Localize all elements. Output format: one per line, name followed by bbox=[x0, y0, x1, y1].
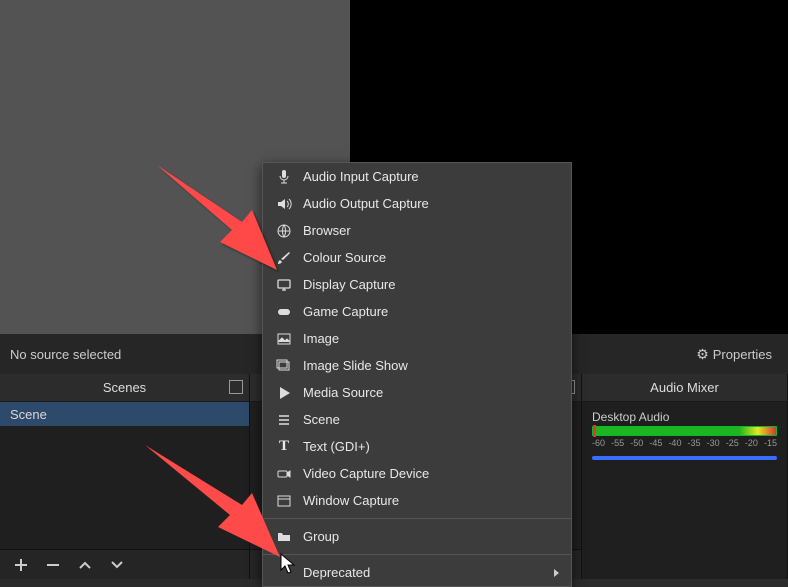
menu-item-label: Scene bbox=[303, 412, 559, 427]
tick: -60 bbox=[592, 438, 605, 448]
menu-item-text-gdi[interactable]: T Text (GDI+) bbox=[263, 433, 571, 460]
menu-item-audio-input-capture[interactable]: Audio Input Capture bbox=[263, 163, 571, 190]
menu-item-label: Image Slide Show bbox=[303, 358, 559, 373]
audio-meter bbox=[592, 426, 777, 436]
menu-item-deprecated[interactable]: Deprecated bbox=[263, 559, 571, 586]
slideshow-icon bbox=[275, 357, 293, 375]
menu-item-media-source[interactable]: Media Source bbox=[263, 379, 571, 406]
menu-item-window-capture[interactable]: Window Capture bbox=[263, 487, 571, 514]
mic-icon bbox=[275, 168, 293, 186]
menu-divider bbox=[263, 554, 571, 555]
remove-scene-button[interactable] bbox=[44, 556, 62, 574]
menu-item-label: Media Source bbox=[303, 385, 559, 400]
window-icon bbox=[275, 492, 293, 510]
globe-icon bbox=[275, 222, 293, 240]
text-icon: T bbox=[275, 438, 293, 456]
menu-item-label: Display Capture bbox=[303, 277, 559, 292]
gear-icon: ⚙ bbox=[696, 346, 709, 363]
play-icon bbox=[275, 384, 293, 402]
tick: -45 bbox=[649, 438, 662, 448]
undock-icon[interactable] bbox=[229, 380, 243, 394]
add-scene-button[interactable] bbox=[12, 556, 30, 574]
add-source-context-menu[interactable]: Audio Input Capture Audio Output Capture… bbox=[262, 162, 572, 587]
tick: -25 bbox=[726, 438, 739, 448]
folder-icon bbox=[275, 528, 293, 546]
move-scene-up-button[interactable] bbox=[76, 556, 94, 574]
volume-slider[interactable] bbox=[592, 456, 777, 460]
menu-item-game-capture[interactable]: Game Capture bbox=[263, 298, 571, 325]
tick: -30 bbox=[707, 438, 720, 448]
tick: -20 bbox=[745, 438, 758, 448]
menu-item-label: Image bbox=[303, 331, 559, 346]
properties-button[interactable]: ⚙ Properties bbox=[690, 342, 778, 367]
menu-item-scene[interactable]: Scene bbox=[263, 406, 571, 433]
menu-item-group[interactable]: Group bbox=[263, 523, 571, 550]
tick: -55 bbox=[611, 438, 624, 448]
audio-mixer-panel: Audio Mixer Desktop Audio -60 -55 -50 -4… bbox=[582, 374, 788, 579]
menu-item-label: Audio Output Capture bbox=[303, 196, 559, 211]
menu-item-label: Game Capture bbox=[303, 304, 559, 319]
scenes-panel: Scenes Scene bbox=[0, 374, 250, 579]
menu-item-label: Group bbox=[303, 529, 559, 544]
menu-divider bbox=[263, 518, 571, 519]
scenes-header: Scenes bbox=[0, 374, 249, 402]
menu-item-audio-output-capture[interactable]: Audio Output Capture bbox=[263, 190, 571, 217]
scenes-list[interactable]: Scene bbox=[0, 402, 249, 549]
mixer-body: Desktop Audio -60 -55 -50 -45 -40 -35 -3… bbox=[582, 402, 787, 579]
scene-item[interactable]: Scene bbox=[0, 402, 249, 426]
image-icon bbox=[275, 330, 293, 348]
gamepad-icon bbox=[275, 303, 293, 321]
mixer-title: Audio Mixer bbox=[650, 380, 719, 395]
speaker-icon bbox=[275, 195, 293, 213]
mixer-track: Desktop Audio -60 -55 -50 -45 -40 -35 -3… bbox=[592, 410, 777, 460]
menu-item-label: Browser bbox=[303, 223, 559, 238]
menu-item-image[interactable]: Image bbox=[263, 325, 571, 352]
menu-item-label: Deprecated bbox=[303, 565, 544, 580]
scenes-toolbar bbox=[0, 549, 249, 579]
scene-item-label: Scene bbox=[10, 407, 47, 422]
brush-icon bbox=[275, 249, 293, 267]
menu-item-colour-source[interactable]: Colour Source bbox=[263, 244, 571, 271]
menu-item-browser[interactable]: Browser bbox=[263, 217, 571, 244]
meter-ticks: -60 -55 -50 -45 -40 -35 -30 -25 -20 -15 bbox=[592, 438, 777, 448]
tick: -35 bbox=[688, 438, 701, 448]
move-scene-down-button[interactable] bbox=[108, 556, 126, 574]
menu-item-label: Video Capture Device bbox=[303, 466, 559, 481]
menu-item-label: Text (GDI+) bbox=[303, 439, 559, 454]
tick: -15 bbox=[764, 438, 777, 448]
monitor-icon bbox=[275, 276, 293, 294]
meter-peak-marker bbox=[593, 425, 596, 437]
tick: -40 bbox=[668, 438, 681, 448]
menu-item-video-capture-device[interactable]: Video Capture Device bbox=[263, 460, 571, 487]
mixer-header: Audio Mixer bbox=[582, 374, 787, 402]
menu-item-label: Colour Source bbox=[303, 250, 559, 265]
menu-item-label: Audio Input Capture bbox=[303, 169, 559, 184]
mixer-track-label: Desktop Audio bbox=[592, 410, 777, 424]
list-icon bbox=[275, 411, 293, 429]
camera-icon bbox=[275, 465, 293, 483]
menu-item-image-slide-show[interactable]: Image Slide Show bbox=[263, 352, 571, 379]
menu-item-label: Window Capture bbox=[303, 493, 559, 508]
properties-label: Properties bbox=[713, 347, 772, 362]
menu-item-display-capture[interactable]: Display Capture bbox=[263, 271, 571, 298]
scenes-title: Scenes bbox=[103, 380, 146, 395]
chevron-right-icon bbox=[554, 569, 559, 577]
tick: -50 bbox=[630, 438, 643, 448]
